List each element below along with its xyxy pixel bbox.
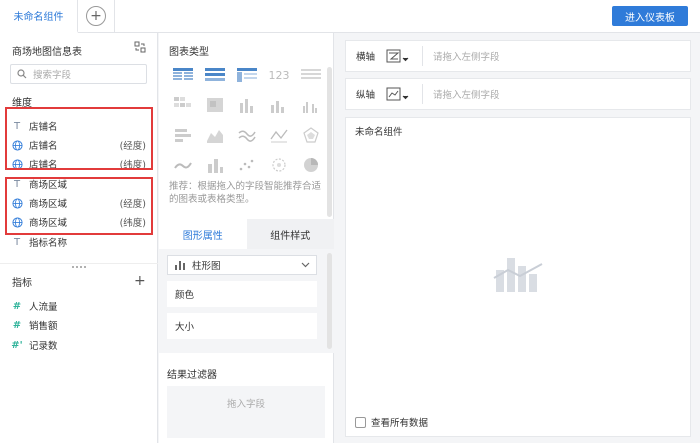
line-chart-icon[interactable] (233, 124, 261, 146)
search-field-input[interactable]: 搜索字段 (10, 64, 147, 84)
y-axis-label: 纵轴 (356, 90, 376, 101)
number-icon: # (12, 300, 22, 312)
top-bar: 未命名组件 + 进入仪表板 (0, 0, 700, 33)
table-chart-icon[interactable] (169, 64, 197, 86)
group-table-icon[interactable] (201, 64, 229, 86)
add-tab-icon[interactable]: + (86, 6, 106, 26)
number-icon: #' (11, 339, 23, 351)
resize-handle[interactable] (72, 266, 86, 270)
component-name: 未命名组件 (355, 127, 403, 138)
detail-table-icon[interactable] (297, 64, 325, 86)
empty-chart-placeholder-icon (492, 250, 544, 292)
search-icon (17, 69, 27, 79)
grouped-bar-icon[interactable] (297, 94, 325, 116)
bar-chart-icon[interactable] (265, 94, 293, 116)
shape-properties-area: 柱形图 颜色 大小 (159, 249, 334, 353)
y-axis-type-icon[interactable] (386, 87, 418, 101)
axis-divider (422, 46, 423, 66)
pie-chart-icon[interactable] (297, 154, 325, 176)
chart-type-title: 图表类型 (169, 47, 209, 58)
switch-dataset-icon[interactable] (134, 41, 146, 53)
dataset-title: 商场地图信息表 (12, 47, 82, 58)
tab-unnamed-component[interactable]: 未命名组件 (0, 0, 78, 33)
axis-divider (422, 84, 423, 104)
panel-divider (0, 263, 158, 264)
x-axis-row: 横轴 请拖入左侧字段 (345, 40, 691, 72)
show-all-data-toggle[interactable]: 查看所有数据 (355, 415, 428, 429)
heatmap-grid-icon[interactable] (169, 94, 197, 116)
horizontal-bar-icon[interactable] (169, 124, 197, 146)
search-placeholder: 搜索字段 (33, 70, 72, 81)
show-all-label: 查看所有数据 (371, 418, 429, 429)
y-axis-row: 纵轴 请拖入左侧字段 (345, 78, 691, 110)
scatter-chart-icon[interactable] (233, 154, 261, 176)
kpi-number-icon[interactable]: 123 (265, 64, 293, 86)
number-icon: # (12, 319, 22, 331)
show-all-checkbox[interactable] (355, 416, 366, 428)
x-axis-dropzone[interactable]: 请拖入左侧字段 (433, 49, 500, 63)
column-chart-icon[interactable] (201, 154, 229, 176)
block-chart-icon[interactable] (201, 94, 229, 116)
mark-type-label: 柱形图 (192, 261, 221, 272)
chart-recommend-hint: 推荐：根据拖入的字段智能推荐合适的图表或表格类型。 (169, 181, 322, 205)
color-property[interactable]: 颜色 (167, 281, 317, 307)
result-filter-dropzone[interactable]: 拖入字段 (167, 386, 325, 438)
measure-section-label: 指标 (12, 278, 32, 289)
y-axis-dropzone[interactable]: 请拖入左侧字段 (433, 87, 500, 101)
stacked-bar-icon[interactable] (233, 94, 261, 116)
chart-canvas: 未命名组件 查看所有数据 (345, 117, 691, 437)
property-tabs: 图形属性 组件样式 (159, 219, 334, 249)
tab-component-style[interactable]: 组件样式 (246, 219, 334, 249)
bubble-chart-icon[interactable] (265, 154, 293, 176)
tab-shape-properties[interactable]: 图形属性 (159, 219, 247, 249)
tab-divider (114, 0, 115, 33)
column-chart-icon (175, 261, 185, 270)
highlight-box-2 (5, 177, 153, 235)
area-chart-icon[interactable] (201, 124, 229, 146)
chevron-down-icon (301, 262, 310, 268)
x-axis-label: 横轴 (356, 52, 376, 63)
field-panel: 商场地图信息表 搜索字段 维度 T 店铺名 店铺名 (经度) 店铺名 (纬度) … (0, 33, 158, 443)
size-property[interactable]: 大小 (167, 313, 317, 339)
stream-chart-icon[interactable] (169, 154, 197, 176)
cross-table-icon[interactable] (233, 64, 261, 86)
measure-field[interactable]: # 销售额 (10, 315, 148, 335)
mark-type-select[interactable]: 柱形图 (167, 255, 317, 275)
result-filter-title: 结果过滤器 (167, 370, 217, 381)
measure-field[interactable]: #' 记录数 (10, 335, 148, 355)
chart-config-panel: 图表类型 123 推荐：根据拖入的字段智能推荐合适的图表或表格类型。 图形属性 … (159, 33, 334, 443)
add-measure-icon[interactable]: + (134, 273, 146, 289)
text-icon: T (13, 236, 21, 248)
enter-dashboard-button[interactable]: 进入仪表板 (612, 6, 688, 26)
highlight-box-1 (5, 107, 153, 170)
properties-scrollbar[interactable] (327, 253, 332, 349)
x-axis-type-icon[interactable] (386, 49, 418, 63)
dimension-field[interactable]: T 指标名称 (10, 232, 148, 252)
chart-type-scrollbar[interactable] (327, 67, 332, 217)
measure-field[interactable]: # 人流量 (10, 296, 148, 316)
radar-line-icon[interactable] (265, 124, 293, 146)
radar-chart-icon[interactable] (297, 124, 325, 146)
